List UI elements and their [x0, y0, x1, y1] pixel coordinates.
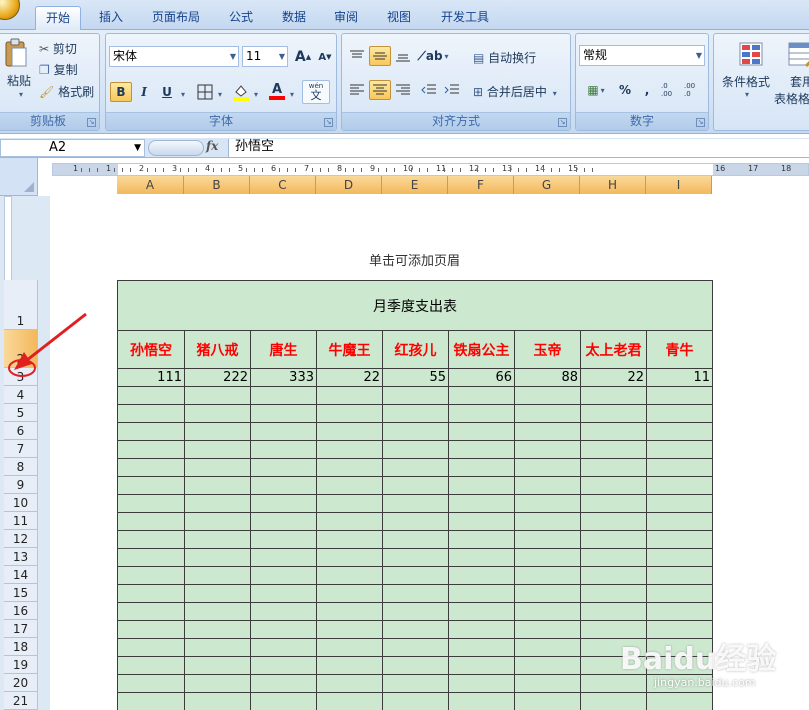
annotation-arrow — [8, 312, 87, 377]
watermark-url: jingyan.baidu.com — [654, 676, 756, 689]
baidu-watermark: Baidu经验 jingyan.baidu.com — [614, 616, 804, 706]
annotation-arrow-shaft — [21, 312, 87, 366]
watermark-logo: Baidu经验 — [620, 642, 777, 677]
